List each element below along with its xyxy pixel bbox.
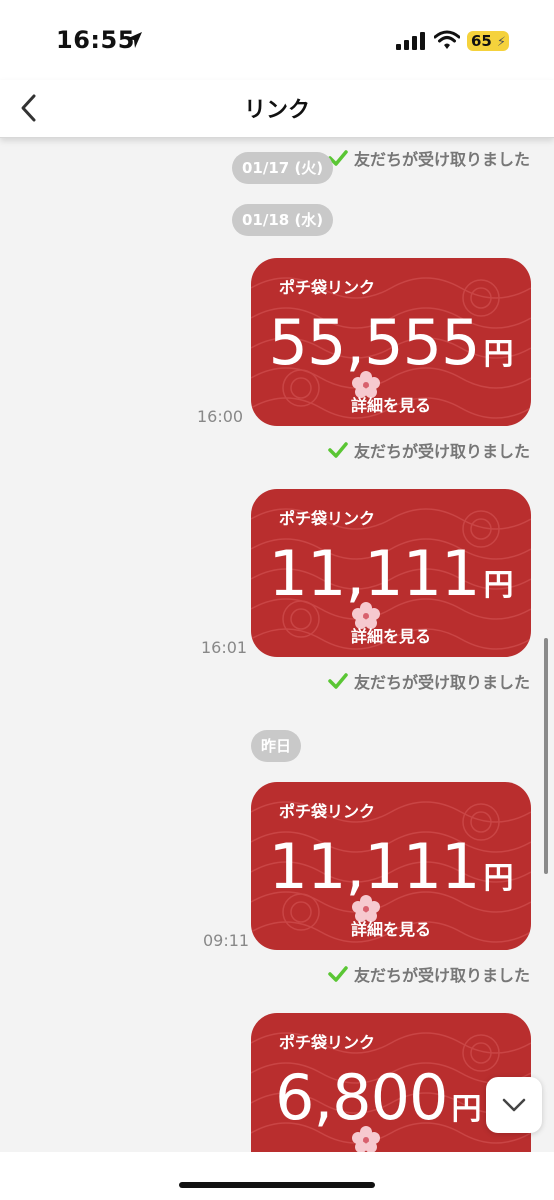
- check-icon: [328, 442, 348, 458]
- card-amount: 55,555 円: [251, 306, 531, 379]
- home-indicator[interactable]: [179, 1182, 375, 1188]
- scrollbar[interactable]: [544, 638, 548, 874]
- amount-value: 11,111: [268, 537, 481, 610]
- currency: 円: [483, 337, 514, 372]
- battery-charging-icon: ⚡: [496, 35, 506, 50]
- pochi-link-card[interactable]: ポチ袋リンク 11,111 円 詳細を見る: [251, 489, 531, 657]
- battery-level: 65: [471, 32, 492, 50]
- view-details-link[interactable]: 詳細を見る: [251, 916, 531, 940]
- received-label: 友だちが受け取りました: [353, 966, 530, 985]
- message-time: 16:01: [201, 638, 248, 657]
- received-label: 友だちが受け取りました: [353, 150, 530, 169]
- chevron-down-icon: [502, 1098, 526, 1112]
- card-amount: 11,111 円: [251, 830, 531, 903]
- nav-header: リンク: [0, 80, 554, 138]
- scroll-to-bottom-button[interactable]: [486, 1077, 542, 1133]
- received-status: 友だちが受け取りました: [328, 146, 530, 170]
- message-time: 09:11: [203, 931, 250, 950]
- view-details-link[interactable]: 詳細を見る: [251, 623, 531, 647]
- card-title: ポチ袋リンク: [279, 509, 376, 528]
- page-title: リンク: [243, 98, 310, 123]
- card-title: ポチ袋リンク: [279, 1033, 376, 1052]
- pochi-link-card[interactable]: ポチ袋リンク 55,555 円 詳細を見る: [251, 258, 531, 426]
- battery-icon: 65 ⚡: [467, 31, 509, 51]
- received-label: 友だちが受け取りました: [353, 673, 530, 692]
- card-title: ポチ袋リンク: [279, 802, 376, 821]
- view-details-link[interactable]: 詳細を見る: [251, 392, 531, 416]
- status-bar: 16:55 65 ⚡: [0, 0, 554, 80]
- message-time: 16:00: [197, 407, 244, 426]
- wifi-icon: [434, 30, 460, 49]
- signal-icon: [396, 32, 425, 50]
- received-label: 友だちが受け取りました: [353, 442, 530, 461]
- received-status: 友だちが受け取りました: [328, 962, 530, 986]
- chat-thread[interactable]: 友だちが受け取りました 01/17 (火) 01/18 (水) 16:00 ポチ…: [0, 138, 554, 1200]
- card-amount: 11,111 円: [251, 537, 531, 610]
- check-icon: [328, 966, 348, 982]
- currency: 円: [483, 861, 514, 896]
- received-status: 友だちが受け取りました: [328, 438, 530, 462]
- date-separator: 昨日: [251, 730, 302, 762]
- location-arrow-icon: [126, 32, 142, 48]
- date-separator: 01/18 (水): [232, 204, 334, 236]
- check-icon: [328, 673, 348, 689]
- card-title: ポチ袋リンク: [279, 278, 376, 297]
- currency: 円: [483, 568, 514, 603]
- amount-value: 55,555: [268, 306, 481, 379]
- bottom-safe-area: [0, 1152, 554, 1200]
- date-separator: 01/17 (火): [232, 152, 334, 184]
- currency: 円: [451, 1092, 482, 1127]
- amount-value: 6,800: [275, 1061, 448, 1134]
- amount-value: 11,111: [268, 830, 481, 903]
- plum-flower-icon: [352, 1126, 380, 1153]
- pochi-link-card[interactable]: ポチ袋リンク 11,111 円 詳細を見る: [251, 782, 531, 950]
- received-status: 友だちが受け取りました: [328, 669, 530, 693]
